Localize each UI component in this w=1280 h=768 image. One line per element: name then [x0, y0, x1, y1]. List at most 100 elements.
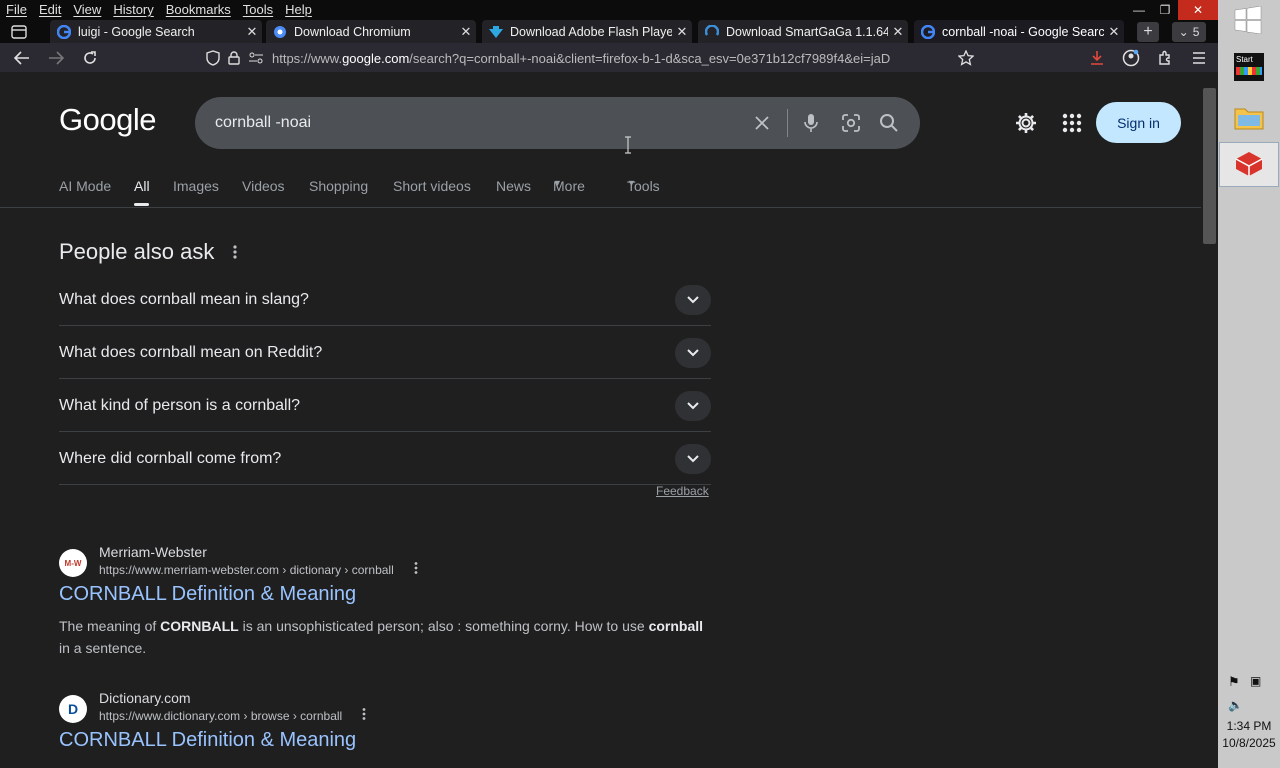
dictionary-favicon[interactable]: D [59, 695, 87, 723]
expand-button[interactable] [675, 444, 711, 474]
firefox-view-button[interactable] [6, 22, 32, 42]
feedback-link[interactable]: Feedback [656, 484, 709, 498]
tab-cornball-search[interactable]: cornball -noai - Google Search ✕ [914, 20, 1124, 43]
menu-file[interactable]: File [0, 0, 33, 20]
settings-button[interactable] [1014, 111, 1038, 140]
scrollbar-thumb[interactable] [1203, 88, 1216, 244]
gear-icon [1016, 113, 1036, 133]
app-button-red[interactable] [1232, 149, 1266, 179]
snippet-text: is an unsophisticated person; also : som… [238, 618, 649, 634]
tab-download-chromium[interactable]: Download Chromium ✕ [266, 20, 476, 43]
sign-in-button[interactable]: Sign in [1096, 102, 1181, 143]
lock-icon[interactable] [228, 51, 240, 65]
result-url[interactable]: https://www.merriam-webster.com › dictio… [99, 563, 394, 577]
account-button[interactable] [1120, 47, 1142, 69]
result-options-button[interactable] [413, 561, 419, 580]
search-icon [880, 114, 898, 132]
extensions-button[interactable] [1154, 47, 1176, 69]
result-options-button[interactable] [361, 707, 367, 726]
clock-date: 10/8/2025 [1222, 736, 1276, 750]
folder-icon [1234, 108, 1264, 130]
forward-button[interactable] [44, 47, 68, 69]
clear-search-button[interactable] [750, 111, 774, 135]
file-explorer-button[interactable] [1232, 102, 1266, 132]
merriam-webster-favicon[interactable]: M-W [59, 549, 87, 577]
expand-button[interactable] [675, 338, 711, 368]
menu-view[interactable]: View [67, 0, 107, 20]
result-site-name[interactable]: Dictionary.com [99, 690, 191, 706]
permissions-icon[interactable] [248, 52, 264, 64]
system-clock[interactable]: 1:34 PM 10/8/2025 [1218, 718, 1280, 752]
tab-videos[interactable]: Videos [242, 178, 285, 194]
tab-images[interactable]: Images [173, 178, 219, 194]
volume-muted-icon[interactable]: 🔈 [1228, 698, 1243, 712]
menu-tools[interactable]: Tools [237, 0, 279, 20]
paa-question[interactable]: Where did cornball come from? [59, 432, 711, 485]
tab-ai-mode[interactable]: AI Mode [59, 178, 111, 194]
snippet-bold: CORNBALL [160, 618, 239, 634]
downloads-button[interactable] [1086, 47, 1108, 69]
search-box [195, 97, 920, 149]
tab-download-smartgaga[interactable]: Download SmartGaGa 1.1.646. ✕ [698, 20, 908, 43]
navigation-toolbar: https://www. google.com/search?q=cornball… [0, 43, 1218, 72]
paa-question[interactable]: What does cornball mean on Reddit? [59, 326, 711, 379]
tracking-shield-icon[interactable] [206, 50, 220, 66]
toolbar-right [1086, 47, 1210, 69]
network-icon[interactable]: ▣ [1250, 674, 1261, 688]
start-tile: Start [1234, 53, 1264, 81]
close-tab-icon[interactable]: ✕ [456, 24, 476, 40]
tabs-divider [0, 207, 1201, 208]
voice-search-button[interactable] [799, 111, 823, 135]
reload-button[interactable] [78, 47, 102, 69]
paa-question-text: What does cornball mean in slang? [59, 291, 309, 308]
close-tab-icon[interactable]: ✕ [672, 24, 692, 40]
tab-list-button[interactable]: ⌄ 5 [1172, 22, 1206, 42]
paa-question[interactable]: What kind of person is a cornball? [59, 379, 711, 432]
paa-question[interactable]: What does cornball mean in slang? [59, 273, 711, 326]
new-tab-button[interactable]: + [1137, 22, 1159, 42]
minimize-button[interactable]: — [1126, 0, 1152, 20]
close-window-button[interactable]: ✕ [1178, 0, 1218, 20]
address-bar[interactable]: https://www. google.com/search?q=cornball… [206, 46, 986, 70]
result-url[interactable]: https://www.dictionary.com › browse › co… [99, 709, 342, 723]
account-icon [1122, 49, 1140, 67]
menu-bookmarks[interactable]: Bookmarks [160, 0, 237, 20]
tab-short-videos[interactable]: Short videos [393, 178, 471, 194]
paa-question-text: What kind of person is a cornball? [59, 397, 301, 414]
menu-edit[interactable]: Edit [33, 0, 67, 20]
google-apps-button[interactable] [1060, 111, 1084, 140]
restore-button[interactable]: ❐ [1152, 0, 1178, 20]
start-button[interactable] [1234, 5, 1262, 35]
tab-luigi-search[interactable]: luigi - Google Search ✕ [50, 20, 262, 43]
app-menu-button[interactable] [1188, 47, 1210, 69]
close-tab-icon[interactable]: ✕ [1104, 24, 1124, 40]
flag-icon[interactable]: ⚑ [1228, 674, 1240, 690]
result-title-link[interactable]: CORNBALL Definition & Meaning [59, 583, 356, 606]
red-cube-app-icon [1235, 152, 1263, 176]
google-logo[interactable]: Google [59, 102, 156, 138]
bookmark-star-button[interactable] [954, 47, 978, 69]
back-button[interactable] [10, 47, 34, 69]
tab-download-flash[interactable]: Download Adobe Flash Player ✕ [482, 20, 692, 43]
tab-news[interactable]: News [496, 178, 531, 194]
search-submit-button[interactable] [877, 111, 901, 135]
image-search-button[interactable] [839, 111, 863, 135]
result-site-name[interactable]: Merriam-Webster [99, 544, 207, 560]
close-tab-icon[interactable]: ✕ [888, 24, 908, 40]
page-scrollbar[interactable] [1201, 72, 1218, 768]
tab-title: Download SmartGaGa 1.1.646. [726, 24, 888, 39]
caret-down-icon: ▼ [553, 178, 562, 188]
start-menu-tile[interactable]: Start [1232, 52, 1266, 82]
menu-help[interactable]: Help [279, 0, 318, 20]
paa-more-options-button[interactable] [232, 244, 238, 265]
snippet-bold: cornball [648, 618, 704, 634]
tab-shopping[interactable]: Shopping [309, 178, 368, 194]
result-title-link[interactable]: CORNBALL Definition & Meaning [59, 729, 356, 752]
expand-button[interactable] [675, 391, 711, 421]
close-tab-icon[interactable]: ✕ [242, 24, 262, 40]
chromium-icon [272, 24, 288, 40]
tab-all[interactable]: All [134, 178, 150, 194]
expand-button[interactable] [675, 285, 711, 315]
search-input[interactable] [215, 111, 735, 135]
menu-history[interactable]: History [107, 0, 159, 20]
